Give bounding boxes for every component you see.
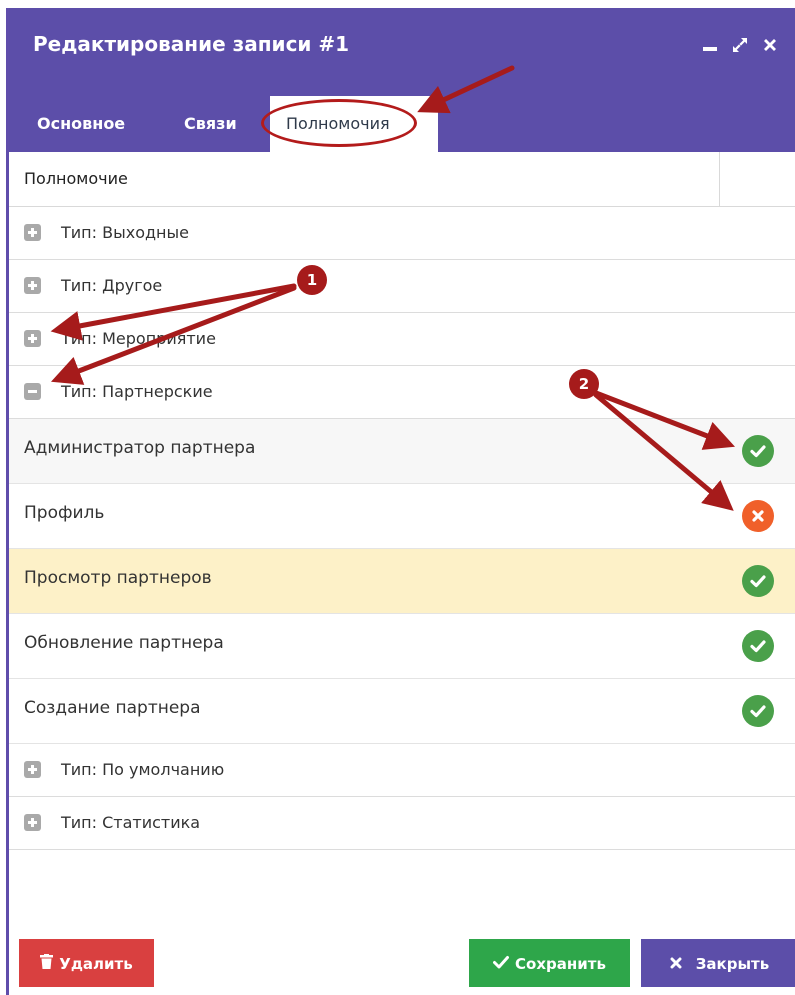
dialog-footer: Удалить Сохранить Закрыть (9, 930, 795, 995)
permission-label: Обновление партнера (24, 633, 224, 653)
check-circle-icon[interactable] (742, 435, 774, 467)
check-circle-icon[interactable] (742, 630, 774, 662)
group-label: Тип: Другое (61, 276, 163, 295)
checkmark-icon (493, 955, 510, 973)
save-label: Сохранить (515, 954, 606, 973)
plus-icon[interactable] (24, 277, 41, 294)
minus-icon[interactable] (24, 383, 41, 400)
permission-row[interactable]: Администратор партнера (9, 419, 795, 484)
delete-label: Удалить (59, 954, 133, 973)
edit-record-dialog: Редактирование записи #1 Основное Связи … (6, 8, 795, 995)
permission-row[interactable]: Обновление партнера (9, 614, 795, 679)
close-icon (670, 955, 682, 973)
permission-row[interactable]: Профиль (9, 484, 795, 549)
tab-links[interactable]: Связи (184, 96, 237, 152)
group-row-partner[interactable]: Тип: Партнерские (9, 366, 795, 419)
group-label: Тип: Мероприятие (61, 329, 216, 348)
grid-header: Полномочие (9, 152, 795, 207)
tab-permissions[interactable]: Полномочия (270, 96, 438, 152)
annotation-badge-2: 2 (569, 369, 599, 399)
close-window-button[interactable] (759, 34, 781, 56)
close-label: Закрыть (695, 954, 770, 973)
group-label: Тип: Выходные (61, 223, 189, 242)
group-label: Тип: По умолчанию (61, 760, 225, 779)
group-row-event[interactable]: Тип: Мероприятие (9, 313, 795, 366)
group-row-weekend[interactable]: Тип: Выходные (9, 207, 795, 260)
cross-circle-icon[interactable] (742, 500, 774, 532)
plus-icon[interactable] (24, 814, 41, 831)
column-divider (719, 152, 720, 206)
check-circle-icon[interactable] (742, 565, 774, 597)
permission-row[interactable]: Создание партнера (9, 679, 795, 744)
expand-icon (733, 38, 747, 52)
tab-main[interactable]: Основное (37, 96, 125, 152)
permission-label: Администратор партнера (24, 438, 256, 458)
close-icon (764, 39, 776, 51)
group-row-default[interactable]: Тип: По умолчанию (9, 744, 795, 797)
plus-icon[interactable] (24, 330, 41, 347)
group-row-other[interactable]: Тип: Другое (9, 260, 795, 313)
plus-icon[interactable] (24, 224, 41, 241)
annotation-badge-1: 1 (297, 265, 327, 295)
maximize-button[interactable] (729, 34, 751, 56)
minimize-icon (703, 47, 717, 51)
dialog-tabs: Основное Связи Полномочия (9, 96, 795, 152)
dialog-title: Редактирование записи #1 (33, 32, 350, 56)
delete-button[interactable]: Удалить (19, 939, 154, 987)
group-label: Тип: Партнерские (61, 382, 213, 401)
window-controls (699, 34, 781, 56)
plus-icon[interactable] (24, 761, 41, 778)
group-row-statistics[interactable]: Тип: Статистика (9, 797, 795, 850)
minimize-button[interactable] (699, 34, 721, 56)
column-header-permission[interactable]: Полномочие (24, 169, 128, 188)
permission-label: Просмотр партнеров (24, 568, 212, 588)
group-label: Тип: Статистика (61, 813, 201, 832)
close-button[interactable]: Закрыть (641, 939, 795, 987)
permission-label: Профиль (24, 503, 105, 523)
trash-icon (40, 954, 54, 973)
permission-row[interactable]: Просмотр партнеров (9, 549, 795, 614)
permission-label: Создание партнера (24, 698, 201, 718)
check-circle-icon[interactable] (742, 695, 774, 727)
dialog-titlebar: Редактирование записи #1 Основное Связи … (9, 8, 795, 152)
save-button[interactable]: Сохранить (469, 939, 630, 987)
